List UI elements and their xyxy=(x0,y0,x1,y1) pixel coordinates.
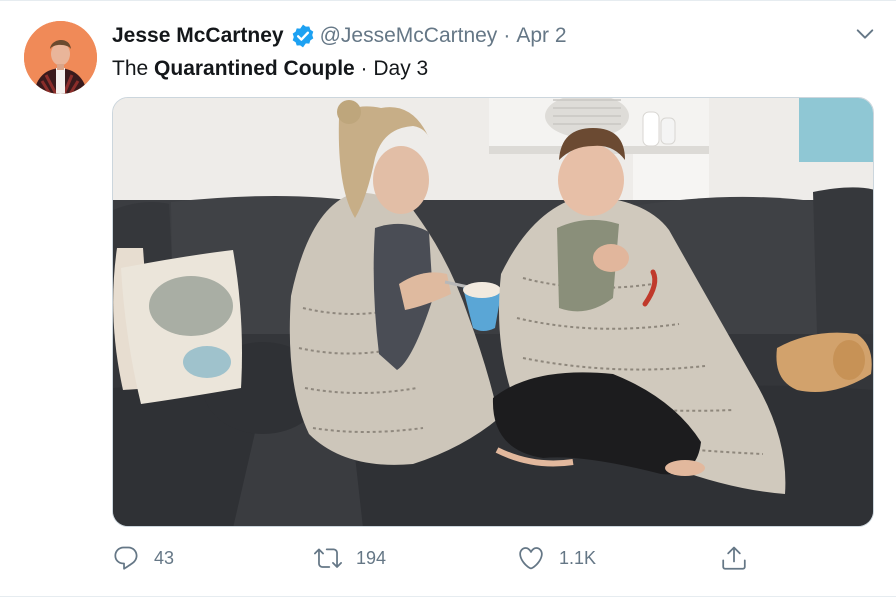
tweet-text-bold: Quarantined Couple xyxy=(154,57,355,80)
verified-badge-icon xyxy=(290,23,316,49)
reply-button[interactable]: 43 xyxy=(112,541,174,575)
chevron-down-icon[interactable] xyxy=(854,23,876,45)
retweet-count: 194 xyxy=(356,547,387,568)
tweet-actions: 43 194 1.1K xyxy=(112,541,762,575)
retweet-button[interactable]: 194 xyxy=(314,541,386,575)
video-frame xyxy=(113,98,873,526)
share-button[interactable] xyxy=(720,541,748,575)
header-separator: · xyxy=(503,24,511,47)
tweet-card[interactable]: Jesse McCartney @JesseMcCartney · Apr 2 … xyxy=(0,0,896,597)
avatar-image xyxy=(24,21,97,94)
tweet-text-suffix: · Day 3 xyxy=(354,57,429,80)
tweet-header: Jesse McCartney @JesseMcCartney · Apr 2 xyxy=(112,23,567,49)
tweet-text: The Quarantined Couple · Day 3 xyxy=(112,56,428,82)
video-media[interactable] xyxy=(112,97,874,527)
reply-icon xyxy=(114,546,138,570)
reply-count: 43 xyxy=(154,547,175,568)
retweet-icon xyxy=(314,548,342,568)
like-button[interactable]: 1.1K xyxy=(517,541,596,575)
display-name[interactable]: Jesse McCartney xyxy=(112,23,284,49)
avatar[interactable] xyxy=(24,21,97,94)
like-count: 1.1K xyxy=(559,547,597,568)
tweet-text-prefix: The xyxy=(112,57,155,80)
user-handle[interactable]: @JesseMcCartney xyxy=(320,23,498,49)
heart-icon xyxy=(519,547,543,570)
share-icon xyxy=(722,546,746,570)
tweet-date[interactable]: Apr 2 xyxy=(516,23,566,49)
